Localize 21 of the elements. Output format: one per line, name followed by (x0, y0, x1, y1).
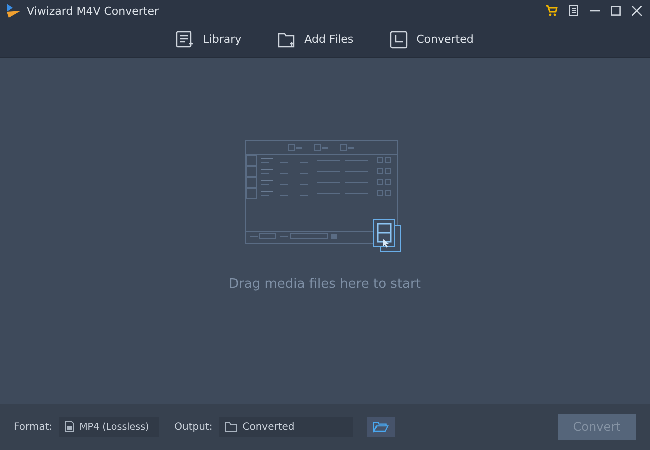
list-icon (176, 30, 194, 48)
logo-icon (6, 3, 22, 19)
folder-plus-icon (278, 30, 296, 48)
close-icon[interactable] (632, 6, 642, 16)
format-selector[interactable]: MP4 (Lossless) (58, 417, 159, 437)
format-label: Format: (14, 422, 53, 432)
document-icon[interactable] (569, 5, 579, 17)
cart-icon[interactable] (545, 5, 558, 17)
toolbar-button[interactable]: Converted (384, 28, 480, 50)
toolbar-button[interactable]: Library (170, 28, 248, 50)
drop-hint: Drag media files here to start (229, 277, 421, 292)
window-title: Viwizard M4V Converter (27, 4, 160, 18)
folder-icon (224, 422, 238, 432)
open-folder-button[interactable] (366, 417, 395, 437)
maximize-icon[interactable] (611, 6, 621, 16)
output-label: Output: (174, 422, 213, 432)
clock-square-icon (390, 30, 408, 48)
output-field[interactable]: Converted (218, 417, 353, 437)
file-icon (64, 421, 75, 433)
folder-open-icon (372, 421, 389, 433)
toolbar-button[interactable]: Add Files (272, 28, 360, 50)
